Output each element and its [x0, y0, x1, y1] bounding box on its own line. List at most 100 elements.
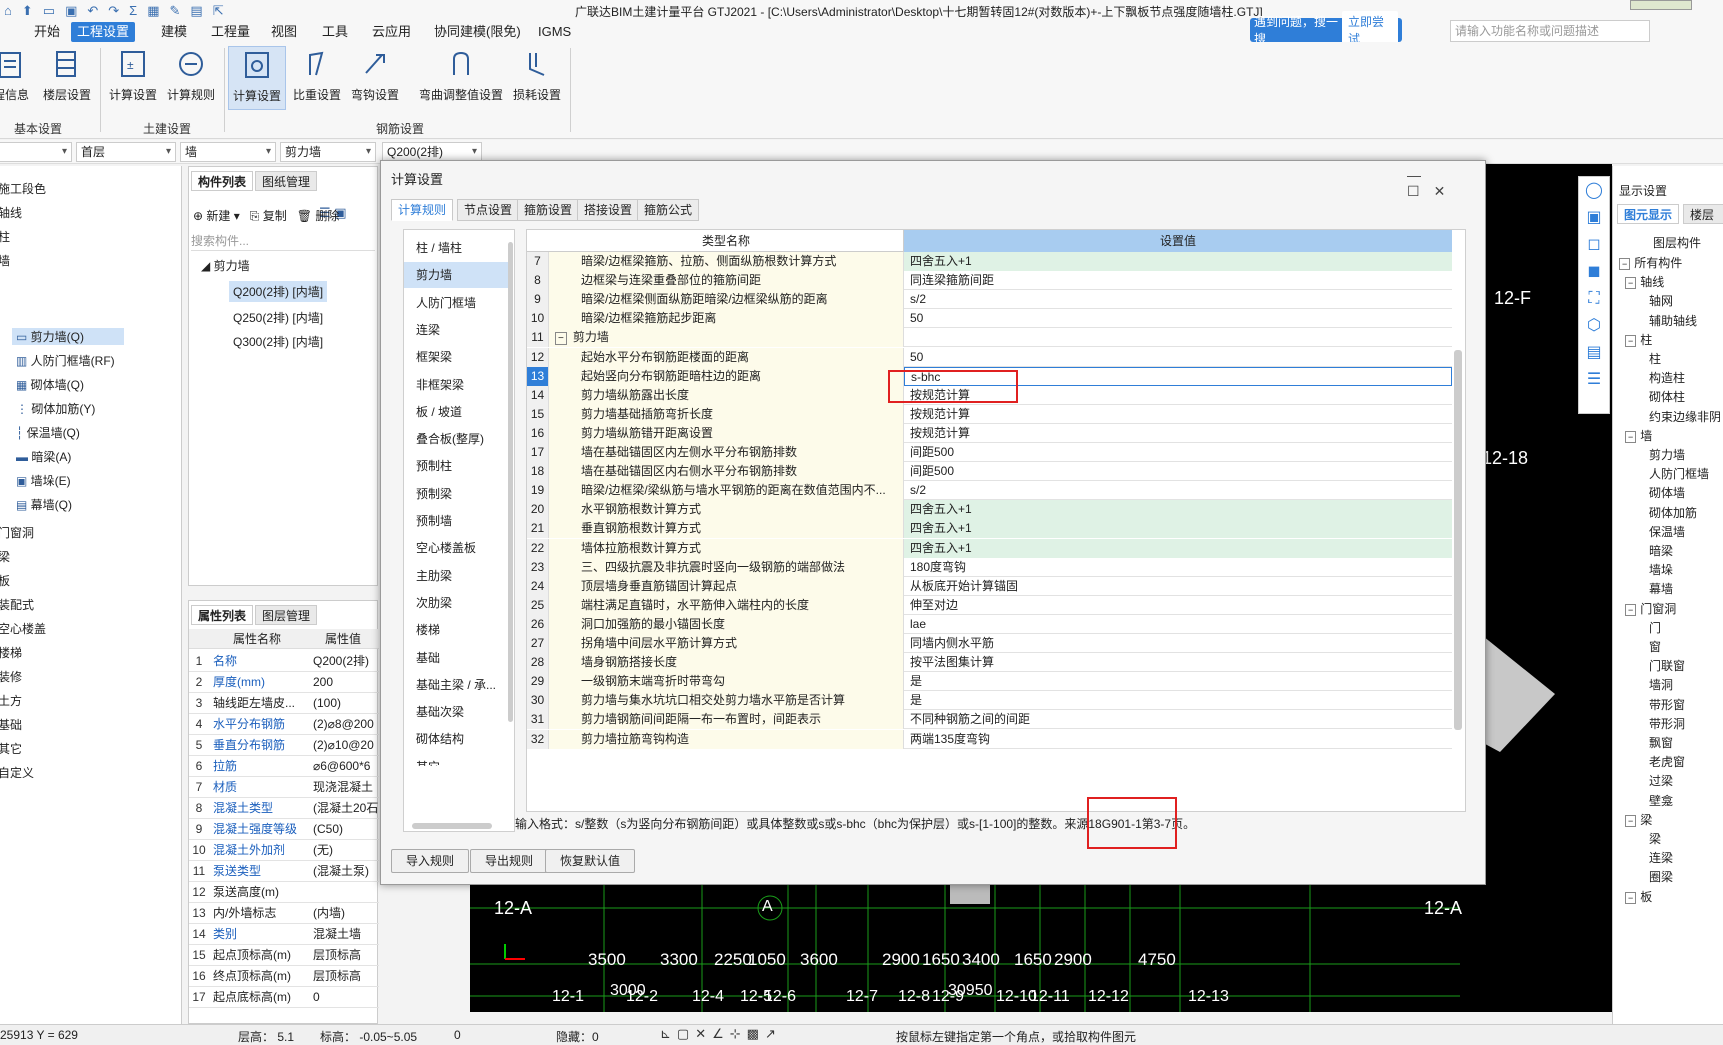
nav-item[interactable]: 楼梯: [0, 644, 22, 661]
table-icon[interactable]: ▤: [190, 3, 202, 19]
settings-row[interactable]: 19 暗梁/边框梁/梁纵筋与墙水平钢筋的距离在数值范围内不... s/2: [527, 481, 1452, 501]
help-search-input[interactable]: 请输入功能名称或问题描述: [1450, 20, 1650, 42]
delete-button[interactable]: 🗑 删除: [297, 209, 340, 223]
prop-row[interactable]: 14 类别 混凝土墙: [189, 924, 379, 945]
setting-value[interactable]: 按平法图集计算: [904, 653, 1452, 672]
layers-icon[interactable]: ▤: [1579, 339, 1609, 366]
prop-row[interactable]: 4 水平分布钢筋 (2)⌀8@200: [189, 714, 379, 735]
setting-value[interactable]: 同墙内侧水平筋: [904, 634, 1452, 653]
prop-value[interactable]: (混凝土泵): [313, 861, 379, 881]
tab-floor-display[interactable]: 楼层显: [1683, 204, 1723, 224]
nav-item[interactable]: 板: [0, 572, 10, 589]
category-item[interactable]: 叠合板(整厚): [404, 426, 510, 452]
prop-row[interactable]: 9 混凝土强度等级 (C50): [189, 819, 379, 840]
settings-row[interactable]: 9 暗梁/边框梁侧面纵筋距暗梁/边框梁纵筋的距离 s/2: [527, 290, 1452, 310]
category-item[interactable]: 基础次梁: [404, 699, 510, 725]
settings-row[interactable]: 20 水平钢筋根数计算方式 四舍五入+1: [527, 500, 1452, 520]
layer-item[interactable]: 暗梁: [1649, 542, 1673, 559]
prop-row[interactable]: 15 起点顶标高(m) 层顶标高: [189, 945, 379, 966]
prop-row[interactable]: 12 泵送高度(m): [189, 882, 379, 903]
category-item[interactable]: 主肋梁: [404, 563, 510, 589]
layer-item[interactable]: − 墙: [1625, 427, 1652, 444]
prop-row[interactable]: 11 泵送类型 (混凝土泵): [189, 861, 379, 882]
layer-item[interactable]: 砌体柱: [1649, 388, 1685, 405]
settings-row[interactable]: 27 拐角墙中间层水平筋计算方式 同墙内侧水平筋: [527, 634, 1452, 653]
layer-item[interactable]: 砌体墙: [1649, 484, 1685, 501]
collapse-icon[interactable]: −: [1625, 891, 1637, 904]
nav-item[interactable]: 其它: [0, 740, 22, 757]
3d-icon[interactable]: ▣: [1579, 204, 1609, 231]
setting-value[interactable]: s/2: [904, 290, 1452, 309]
prop-value[interactable]: (内墙): [313, 903, 379, 923]
nav-item-masonry-wall[interactable]: ▦ 砌体墙(Q): [16, 376, 84, 393]
menu-igms[interactable]: IGMS: [532, 22, 577, 42]
settings-row[interactable]: 22 墙体拉筋根数计算方式 四舍五入+1: [527, 538, 1452, 558]
settings-row[interactable]: 17 墙在基础锚固区内左侧水平分布钢筋排数 间距500: [527, 443, 1452, 462]
menu-tools[interactable]: 工具: [316, 22, 354, 42]
category-item[interactable]: 非框架梁: [404, 372, 510, 398]
tab-element-display[interactable]: 图元显示: [1617, 204, 1680, 224]
settings-row[interactable]: 8 边框梁与连梁重叠部位的箍筋间距 同连梁箍筋间距: [527, 271, 1452, 291]
layer-item[interactable]: 门: [1649, 619, 1661, 636]
snap-icon[interactable]: ⊹: [730, 1026, 747, 1041]
prop-row[interactable]: 17 起点底标高(m) 0: [189, 987, 379, 1008]
layer-item[interactable]: 人防门框墙: [1649, 465, 1709, 482]
close-icon[interactable]: ✕: [1434, 183, 1460, 199]
component-item[interactable]: Q250(2排) [内墙]: [229, 307, 327, 328]
sum-icon[interactable]: Σ: [129, 3, 137, 19]
layer-item[interactable]: − 板: [1625, 888, 1652, 905]
folder-icon[interactable]: ▭: [43, 3, 55, 19]
category-item[interactable]: 其它: [404, 754, 510, 766]
maximize-icon[interactable]: ☐: [1407, 183, 1434, 199]
settings-row[interactable]: 26 洞口加强筋的最小锚固长度 lae: [527, 614, 1452, 634]
angle-icon[interactable]: ∠: [712, 1026, 730, 1041]
prop-row[interactable]: 6 拉筋 ⌀6@600*6: [189, 756, 379, 777]
menu-start[interactable]: 开始: [28, 22, 66, 42]
horizontal-scrollbar[interactable]: [412, 823, 492, 829]
minimize-icon[interactable]: —: [1407, 167, 1435, 183]
setting-value[interactable]: 按规范计算: [904, 424, 1452, 443]
settings-row[interactable]: 28 墙身钢筋搭接长度 按平法图集计算: [527, 653, 1452, 673]
settings-row[interactable]: 15 剪力墙基础插筋弯折长度 按规范计算: [527, 404, 1452, 424]
setting-value[interactable]: [904, 328, 1452, 347]
setting-value[interactable]: 50: [904, 309, 1452, 328]
tab-layer-management[interactable]: 图层管理: [255, 605, 318, 625]
prop-value[interactable]: (无): [313, 840, 379, 860]
prop-row[interactable]: 10 混凝土外加剂 (无): [189, 840, 379, 861]
settings-row[interactable]: 25 端柱满足直锚时，水平筋伸入端柱内的长度 伸至对边: [527, 595, 1452, 615]
component-select[interactable]: Q200(2排): [382, 142, 482, 162]
prop-row[interactable]: 13 内/外墙标志 (内墙): [189, 903, 379, 924]
project-info-button[interactable]: 程信息: [0, 46, 40, 103]
settings-row[interactable]: 21 垂直钢筋根数计算方式 四舍五入+1: [527, 519, 1452, 539]
setting-value[interactable]: 按规范计算: [904, 405, 1452, 424]
restore-defaults-button[interactable]: 恢复默认值: [545, 849, 636, 873]
floor-settings-button[interactable]: 楼层设置: [38, 46, 96, 103]
category-item[interactable]: 预制柱: [404, 453, 510, 479]
fit-view-icon[interactable]: ⛶: [1579, 285, 1609, 312]
setting-value[interactable]: lae: [904, 615, 1452, 634]
nav-item-hidden-beam[interactable]: ▬ 暗梁(A): [16, 448, 71, 465]
layer-item[interactable]: 飘窗: [1649, 734, 1673, 751]
layer-item[interactable]: 门联窗: [1649, 657, 1685, 674]
setting-value[interactable]: 50: [904, 348, 1452, 367]
prop-value[interactable]: 200: [313, 672, 379, 692]
calc-rules-button[interactable]: 计算规则: [162, 46, 220, 103]
grid-snap-icon[interactable]: ▩: [747, 1026, 765, 1041]
new-button[interactable]: ⊕ 新建 ▾: [193, 209, 240, 223]
component-search-input[interactable]: 搜索构件...: [191, 231, 375, 251]
prop-value[interactable]: (C50): [313, 819, 379, 839]
layer-item[interactable]: 过梁: [1649, 772, 1673, 789]
import-rules-button[interactable]: 导入规则: [391, 849, 470, 873]
component-item[interactable]: Q300(2排) [内墙]: [229, 331, 327, 352]
nav-item[interactable]: 墙: [0, 252, 10, 269]
category-item[interactable]: 人防门框墙: [404, 290, 510, 316]
setting-value[interactable]: 四舍五入+1: [904, 500, 1452, 520]
nav-item[interactable]: 柱: [0, 228, 10, 245]
cube-icon[interactable]: ◻: [1579, 231, 1609, 258]
floor-select[interactable]: 首层: [76, 142, 176, 162]
save-icon[interactable]: ▣: [65, 3, 77, 19]
grid-scrollbar[interactable]: [1454, 350, 1462, 730]
nav-item[interactable]: 基础: [0, 716, 22, 733]
settings-row[interactable]: 12 起始水平分布钢筋距楼面的距离 50: [527, 347, 1452, 367]
civil-calc-settings-button[interactable]: ± 计算设置: [104, 46, 162, 103]
